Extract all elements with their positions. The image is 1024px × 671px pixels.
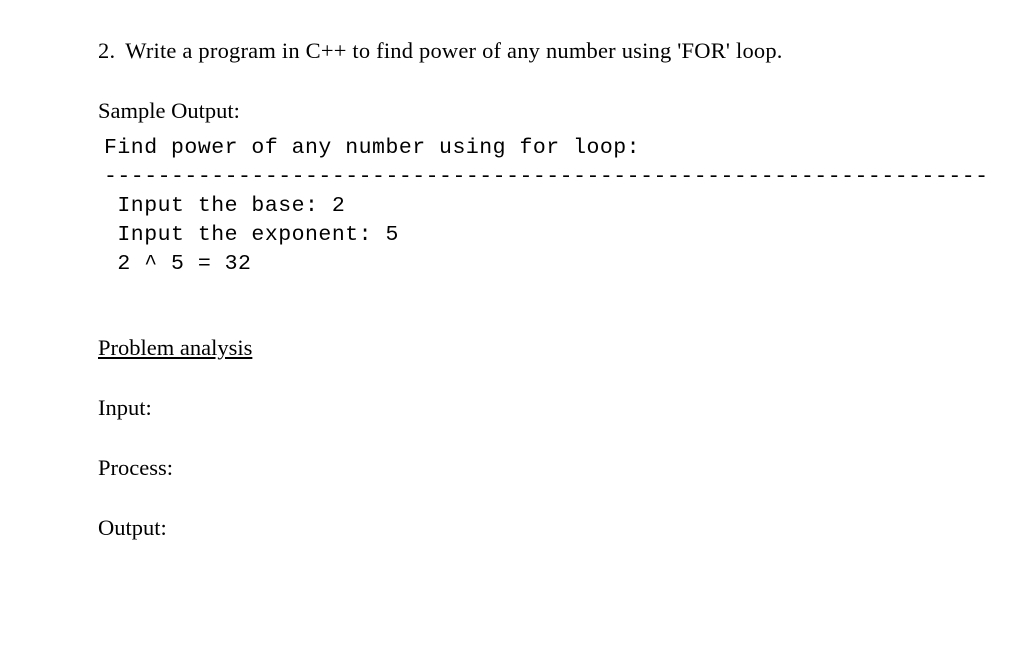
process-label: Process: bbox=[98, 455, 926, 481]
output-label: Output: bbox=[98, 515, 926, 541]
code-output-block: Find power of any number using for loop:… bbox=[104, 134, 926, 279]
code-line-divider: ----------------------------------------… bbox=[104, 165, 989, 189]
code-line-result: 2 ^ 5 = 32 bbox=[104, 252, 251, 276]
sample-output-heading: Sample Output: bbox=[98, 98, 926, 124]
document-page: 2. Write a program in C++ to find power … bbox=[0, 0, 1024, 541]
question-number: 2. bbox=[98, 38, 115, 64]
code-line-input-exponent: Input the exponent: 5 bbox=[104, 223, 399, 247]
input-label: Input: bbox=[98, 395, 926, 421]
question-text: Write a program in C++ to find power of … bbox=[125, 38, 926, 64]
question-line: 2. Write a program in C++ to find power … bbox=[98, 38, 926, 64]
code-line-input-base: Input the base: 2 bbox=[104, 194, 345, 218]
problem-analysis-heading: Problem analysis bbox=[98, 335, 926, 361]
code-line-title: Find power of any number using for loop: bbox=[104, 136, 640, 160]
